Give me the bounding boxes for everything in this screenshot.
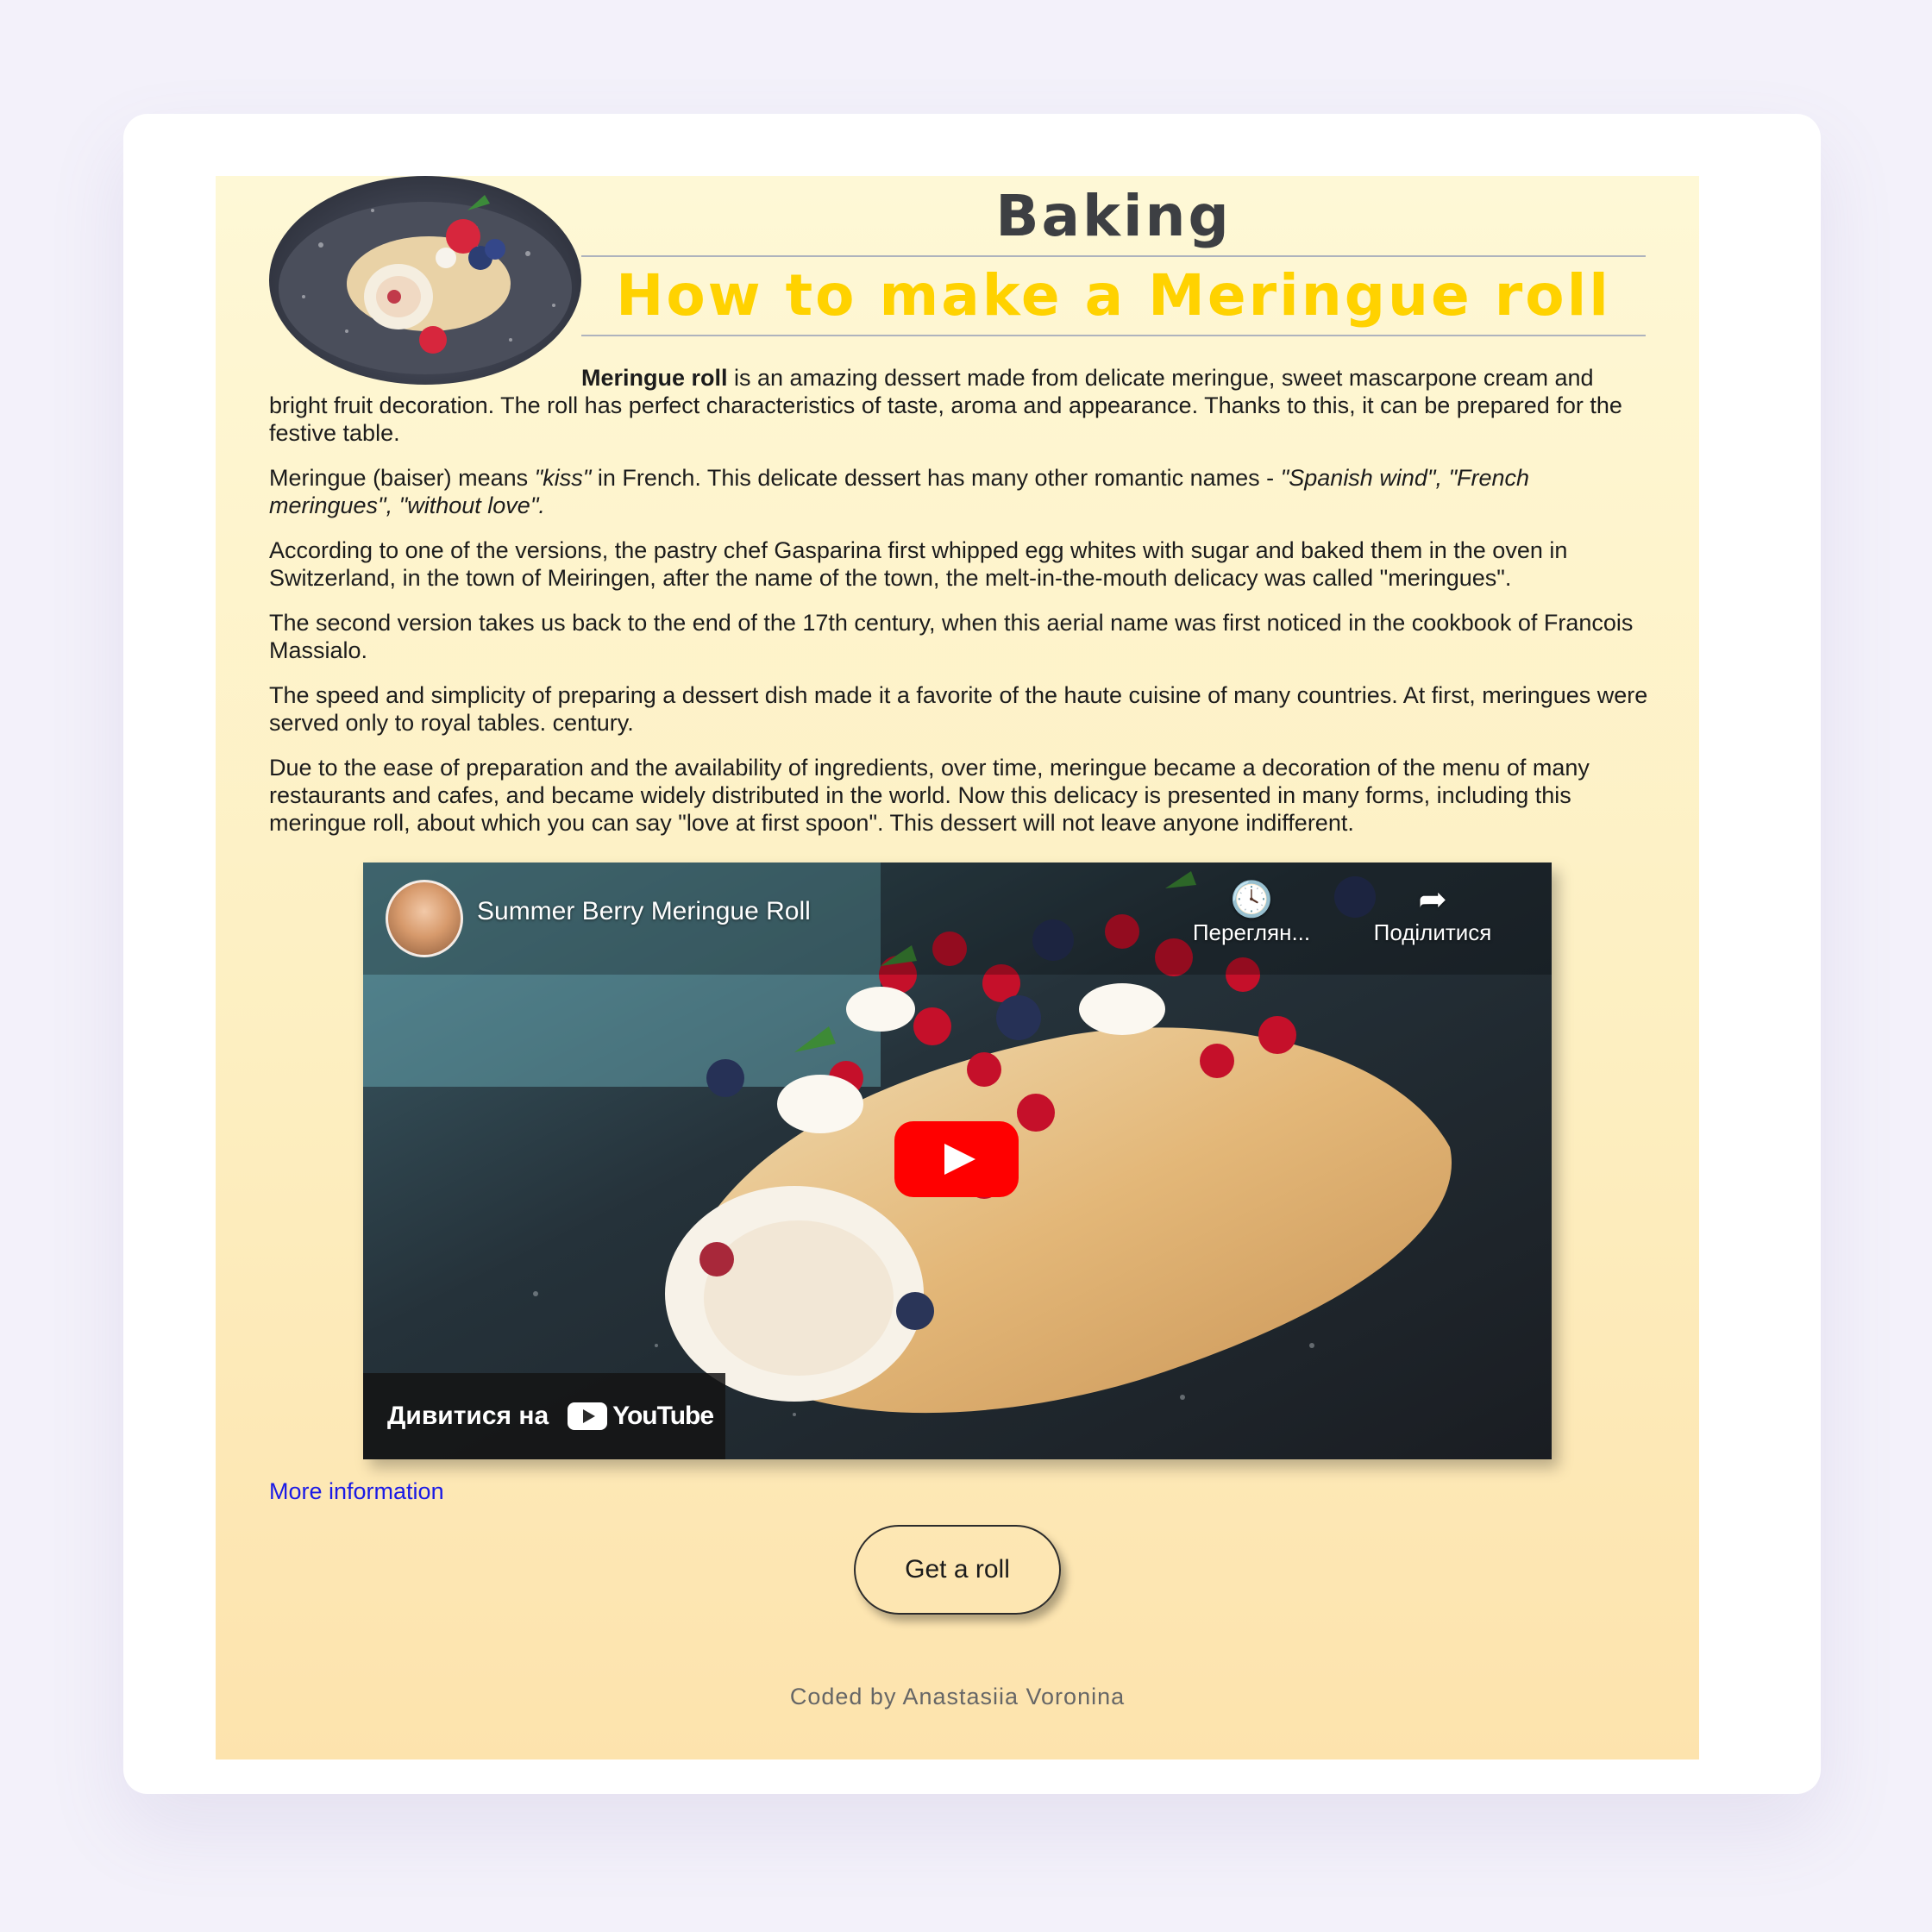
site-title: Baking [995,183,1232,249]
share-button[interactable]: ➦ Поділитися [1364,880,1502,946]
get-a-roll-button[interactable]: Get a roll [854,1525,1061,1615]
history-paragraph-1: According to one of the versions, the pa… [269,537,1568,591]
share-arrow-icon: ➦ [1418,881,1447,919]
popularity-paragraph: The speed and simplicity of preparing a … [269,682,1648,736]
name-origin-paragraph: Meringue (baiser) means "kiss" in French… [269,465,1530,518]
youtube-logo-icon [568,1402,608,1430]
page-title: How to make a Meringue roll [616,262,1611,329]
more-information-link[interactable]: More information [269,1478,444,1505]
history-paragraph-2: The second version takes us back to the … [269,610,1634,663]
intro-bold-term: Meringue roll [581,365,728,391]
meringue-roll-photo [269,176,581,385]
watch-later-button[interactable]: 🕓 Переглян... [1182,880,1320,946]
watch-on-youtube-button[interactable]: Дивитися на YouTube [363,1373,725,1459]
footer-credit: Coded by Anastasiia Voronina [789,1684,1126,1709]
youtube-video-embed[interactable]: Summer Berry Meringue Roll 🕓 Переглян...… [363,862,1552,1459]
youtube-logo: YouTube [568,1402,714,1431]
clock-icon: 🕓 [1230,881,1273,919]
watch-on-label: Дивитися на [387,1402,549,1430]
content-page: Baking How to make a Meringue roll Merin… [216,176,1699,1760]
video-title[interactable]: Summer Berry Meringue Roll [477,897,811,926]
intro-paragraph: Meringue roll is an amazing dessert made… [269,365,1622,446]
subtitle-divider [581,335,1646,336]
title-divider [581,255,1646,257]
distribution-paragraph: Due to the ease of preparation and the a… [269,755,1590,836]
play-icon[interactable] [894,1121,1019,1197]
article-body: Meringue roll is an amazing dessert made… [269,364,1649,854]
channel-avatar[interactable] [386,880,463,957]
